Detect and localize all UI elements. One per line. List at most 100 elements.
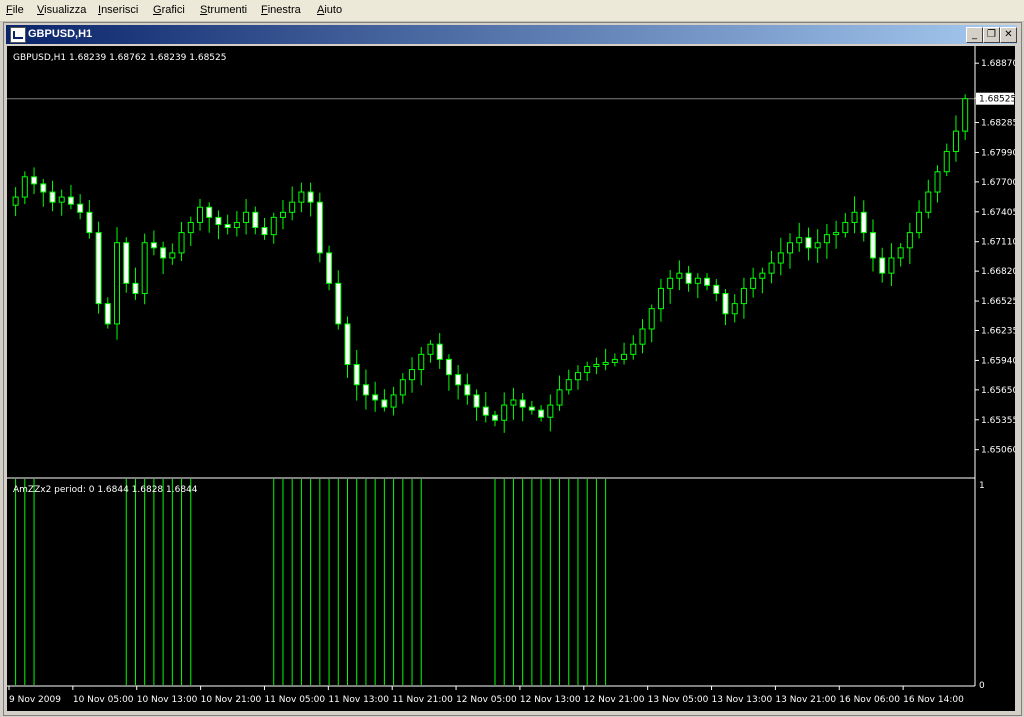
candle-body <box>759 272 766 279</box>
y-tick-label: 1.65940 <box>981 356 1015 366</box>
candle-body <box>482 406 489 416</box>
candle-body <box>657 287 664 310</box>
candle-body <box>768 262 775 274</box>
x-tick-label: 11 Nov 13:00 <box>328 695 389 705</box>
y-tick-label: 1.67405 <box>981 208 1015 218</box>
candle-body <box>233 221 240 229</box>
menu-inserisci[interactable]: Inserisci <box>98 4 138 16</box>
candle-body <box>316 201 323 254</box>
candle-body <box>95 232 102 305</box>
candle-body <box>390 394 397 408</box>
candle-body <box>67 196 74 205</box>
y-tick-label: 1.67990 <box>981 148 1015 158</box>
y-tick-label: 1.68870 <box>981 59 1015 69</box>
chart-svg: GBPUSD,H1 1.68239 1.68762 1.68239 1.6852… <box>7 46 1015 705</box>
candle-body <box>455 374 462 386</box>
candle-body <box>667 277 674 289</box>
candle-body <box>224 223 231 229</box>
menu-visualizza[interactable]: Visualizza <box>37 4 86 16</box>
candle-body <box>270 216 277 236</box>
candle-body <box>556 389 563 406</box>
candle-body <box>473 394 480 408</box>
candle-body <box>593 363 600 368</box>
y-tick-label: 1.65060 <box>981 446 1015 456</box>
candle-body <box>492 414 498 421</box>
candle-body <box>879 257 886 274</box>
candle-body <box>528 406 535 411</box>
y-tick-label: 1.66820 <box>981 267 1015 277</box>
candle-body <box>160 247 167 259</box>
x-tick-label: 11 Nov 05:00 <box>264 695 325 705</box>
candle-body <box>888 257 895 274</box>
menu-file[interactable]: File <box>6 4 24 16</box>
candle-body <box>77 203 84 213</box>
candle-body <box>104 303 111 325</box>
menu-strumenti[interactable]: Strumenti <box>200 4 247 16</box>
candle-body <box>141 242 148 294</box>
candle-body <box>805 237 812 249</box>
candle-body <box>722 292 729 315</box>
candle-body <box>289 201 296 213</box>
current-price-marker: 1.68525 <box>976 92 1015 105</box>
candle-body <box>187 221 194 234</box>
candle-body <box>731 303 738 315</box>
candle-body <box>943 150 950 173</box>
y-tick-label: 1.66235 <box>981 326 1015 336</box>
minimize-button[interactable]: _ <box>966 27 983 43</box>
candle-body <box>381 399 388 408</box>
candle-body <box>639 328 646 345</box>
x-tick-label: 10 Nov 05:00 <box>73 695 134 705</box>
menu-grafici[interactable]: Grafici <box>153 4 185 16</box>
candle-body <box>86 211 93 234</box>
candle-body <box>243 211 250 223</box>
chart-info-label: GBPUSD,H1 1.68239 1.68762 1.68239 1.6852… <box>13 53 226 63</box>
candle-body <box>418 353 425 371</box>
candle-body <box>169 252 176 259</box>
close-button[interactable]: ✕ <box>1000 27 1017 43</box>
candle-body <box>823 234 830 244</box>
x-tick-label: 11 Nov 21:00 <box>392 695 453 705</box>
candle-body <box>676 272 683 279</box>
menu-aiuto[interactable]: Aiuto <box>317 4 342 16</box>
candle-body <box>31 176 38 185</box>
main-price-panel: GBPUSD,H1 1.68239 1.68762 1.68239 1.6852… <box>7 46 975 473</box>
y-tick-label: 1.66525 <box>981 297 1015 307</box>
candle-body <box>833 232 840 236</box>
window-title: GBPUSD,H1 <box>28 28 93 40</box>
y-axis-ticks: 1.68870 1.68525 1.68285 1.67990 1.67700 1.674… <box>975 59 1015 456</box>
x-tick-label: 16 Nov 06:00 <box>839 695 900 705</box>
candle-body <box>621 353 628 360</box>
candle-body <box>925 191 932 213</box>
current-price-label: 1.68525 <box>979 95 1015 105</box>
candle-body <box>694 277 701 284</box>
candle-body <box>344 323 351 365</box>
menu-finestra[interactable]: Finestra <box>261 4 301 16</box>
price-plot-background <box>7 46 975 473</box>
candle-body <box>547 404 554 418</box>
candle-body <box>252 211 259 229</box>
restore-button[interactable]: ❐ <box>983 27 1000 43</box>
candle-body <box>114 242 121 325</box>
candle-body <box>40 183 47 193</box>
candle-body <box>934 171 941 193</box>
candle-body <box>298 191 305 203</box>
candle-body <box>851 211 858 223</box>
chart-area[interactable]: GBPUSD,H1 1.68239 1.68762 1.68239 1.6852… <box>7 46 1015 711</box>
candle-body <box>150 242 157 249</box>
candle-body <box>58 196 65 203</box>
candle-body <box>261 227 268 236</box>
indicator-panel: AmZZx2 period: 0 1.6844 1.6828 1.6844 1 … <box>13 479 985 691</box>
x-tick-label: 13 Nov 13:00 <box>712 695 773 705</box>
candle-body <box>362 384 369 396</box>
candle-body <box>952 130 959 152</box>
candle-body <box>565 379 572 391</box>
window-titlebar[interactable]: GBPUSD,H1 _ ❐ ✕ <box>6 25 1017 44</box>
candle-body <box>353 363 360 386</box>
x-tick-label: 9 Nov 2009 <box>9 695 61 705</box>
candle-body <box>427 343 434 355</box>
candle-body <box>630 343 637 355</box>
candle-body <box>796 237 803 244</box>
candle-body <box>842 221 849 234</box>
menu-bar: File Visualizza Inserisci Grafici Strume… <box>0 0 1024 22</box>
candle-body <box>196 206 203 223</box>
